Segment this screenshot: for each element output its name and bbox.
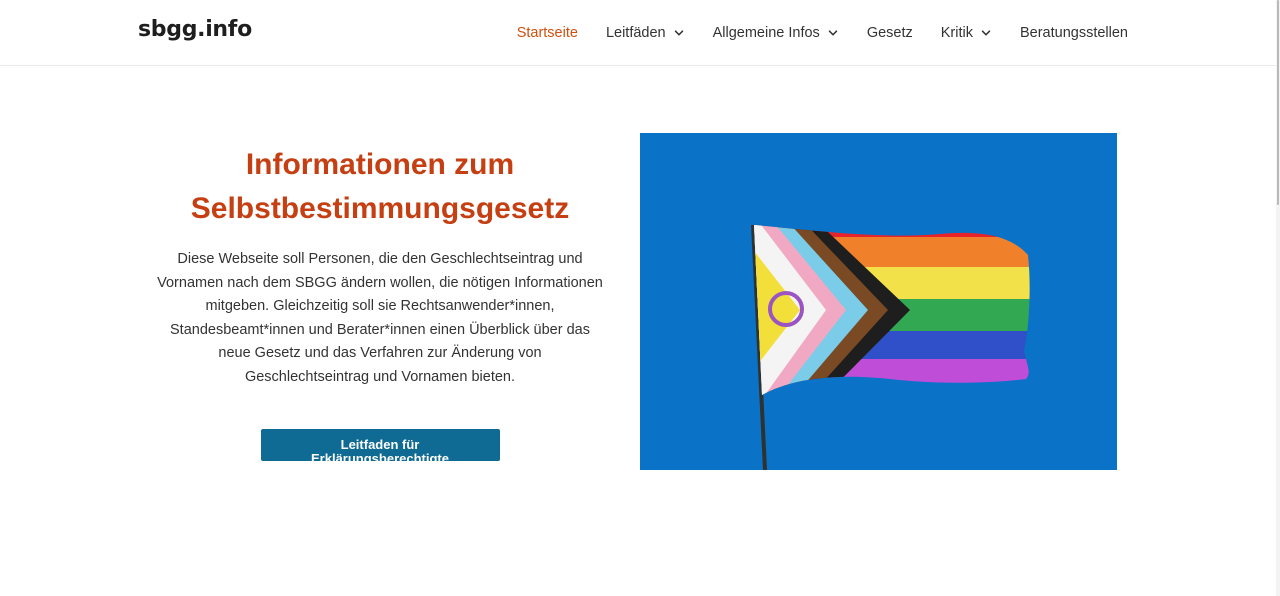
hero-title-line: Informationen zum — [245, 148, 515, 181]
hero-text-line: mitgeben. Gleichzeitig soll sie Rechtsan… — [205, 298, 555, 315]
nav-item-kritik[interactable]: Kritik — [941, 25, 992, 41]
scrollbar-thumb[interactable] — [1277, 0, 1279, 205]
hero-text-line: Standesbeamt*innen und Berater*innen ein… — [170, 321, 590, 338]
chevron-down-icon — [980, 27, 992, 39]
flag-image — [640, 133, 1117, 470]
nav-item-gesetz[interactable]: Gesetz — [867, 25, 913, 41]
hero-title-line: Selbstbestimmungsgesetz — [190, 192, 570, 225]
hero-text-line: neue Gesetz und das Verfahren zur Änderu… — [218, 345, 542, 362]
nav-label: Kritik — [940, 25, 973, 41]
chevron-down-icon — [673, 27, 685, 39]
hero-description: Diese Webseite soll Personen, die den Ge… — [150, 248, 610, 390]
hero-text-line: Diese Webseite soll Personen, die den Ge… — [177, 251, 583, 267]
nav-item-allgemeine-infos[interactable]: Allgemeine Infos — [713, 25, 839, 41]
chevron-down-icon — [827, 27, 839, 39]
hero-text-line: Vornamen nach dem SBGG ändern wollen, di… — [157, 274, 603, 291]
site-header: sbgg.info Startseite Leitfäden Allgemein… — [0, 0, 1280, 66]
nav-item-leitfaeden[interactable]: Leitfäden — [606, 25, 685, 41]
nav-item-beratungsstellen[interactable]: Beratungsstellen — [1020, 25, 1128, 41]
nav-label: Startseite — [516, 25, 578, 41]
page-scrollbar[interactable] — [1276, 0, 1280, 596]
nav-label: Gesetz — [866, 25, 913, 41]
hero-text-line: Geschlechtseintrag und Vornamen bieten. — [244, 368, 516, 385]
hero-title: Informationen zum Selbstbestimmungsgeset… — [150, 143, 610, 231]
guide-button[interactable]: Leitfaden für Erklärungsberechtigte — [260, 428, 500, 465]
nav-label: Leitfäden — [605, 25, 666, 41]
main-nav: Startseite Leitfäden Allgemeine Infos Ge… — [489, 0, 1128, 66]
nav-label: Allgemeine Infos — [712, 25, 820, 41]
hero-text-block: Informationen zum Selbstbestimmungsgeset… — [150, 143, 610, 468]
nav-label: Beratungsstellen — [1019, 25, 1128, 41]
nav-item-startseite[interactable]: Startseite — [517, 25, 578, 41]
site-logo[interactable]: sbgg.info — [138, 17, 252, 42]
